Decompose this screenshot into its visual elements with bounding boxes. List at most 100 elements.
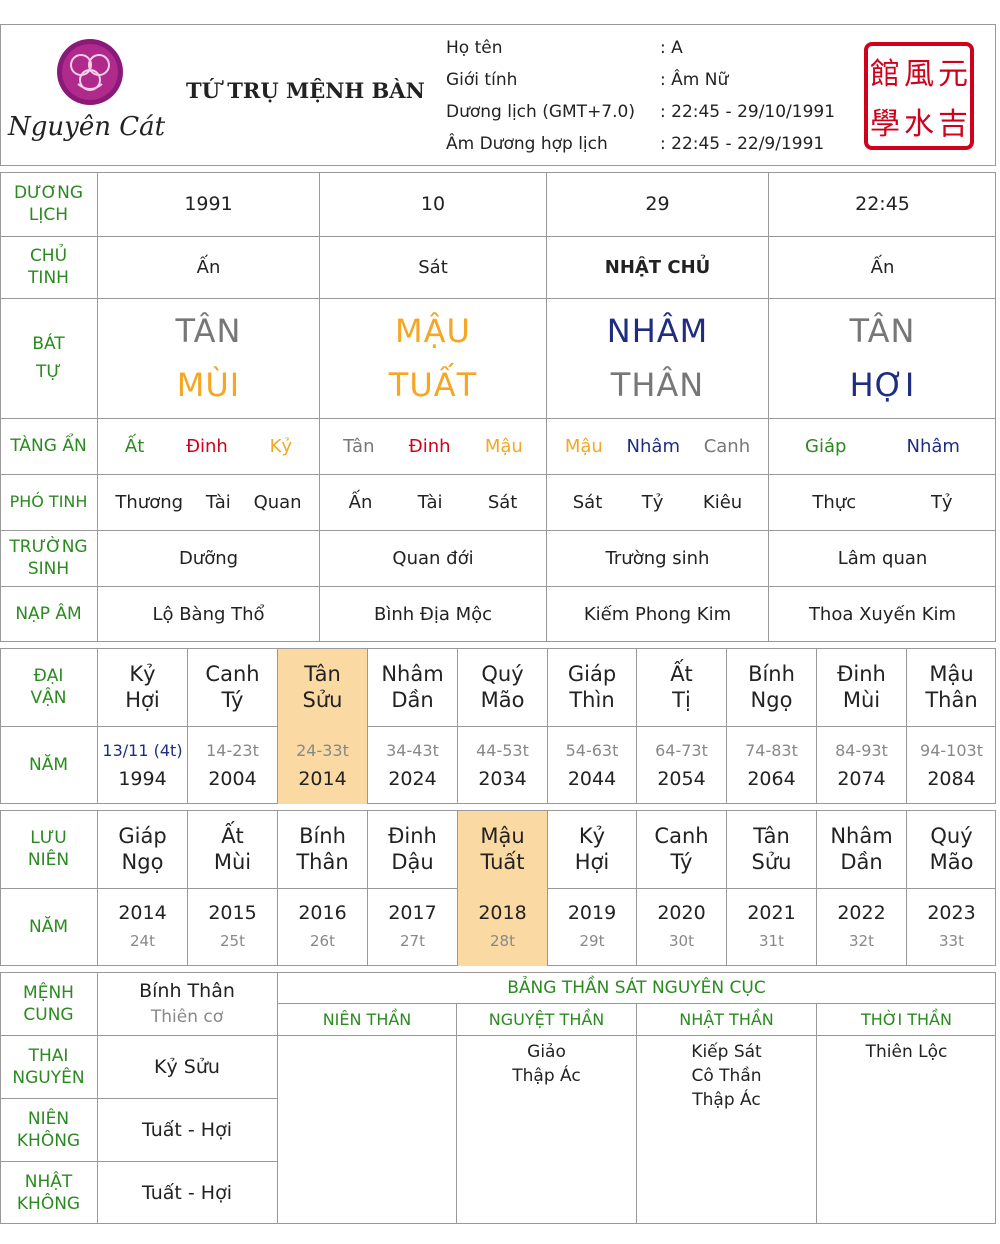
year-age: 94-103t 2084 (907, 726, 996, 804)
chi: Hợi (125, 688, 160, 712)
age-range: 74-83t (745, 741, 798, 760)
can: Quý (481, 662, 524, 686)
year: 2015 (208, 902, 257, 924)
tang-an-item: Nhâm (626, 435, 680, 457)
year: 2021 (747, 902, 796, 924)
info-block: Họ tên : A Giới tính : Âm Nữ Dương lịch … (446, 38, 866, 166)
age: 25t (220, 932, 245, 950)
age-range: 84-93t (835, 741, 888, 760)
year-age: 84-93t 2074 (817, 726, 906, 804)
menh-cung-value: Bính Thân Thiên cơ (139, 979, 235, 1027)
age-range: 13/11 (4t) (102, 741, 183, 760)
chi: Sửu (751, 850, 792, 874)
seal-stamp: 館 風 元 學 水 吉 (864, 42, 974, 150)
can: Ất (221, 824, 244, 848)
can: Giáp (567, 662, 617, 686)
can-chi: Canh Tý (188, 648, 277, 726)
can-chi: Đinh Dậu (368, 810, 457, 888)
than-sat-item: Kiếp Sát (691, 1042, 762, 1062)
can: Kỷ (578, 824, 606, 848)
can-chi: Đinh Mùi (817, 648, 906, 726)
start-year: 2074 (837, 768, 886, 790)
year-age: 2022 32t (817, 888, 906, 966)
thai-nguyen-value: Kỷ Sửu (154, 1055, 220, 1078)
tang-an-item: Nhâm (906, 435, 960, 457)
age: 30t (669, 932, 694, 950)
start-year: 2024 (388, 768, 437, 790)
nap-am-value: Bình Địa Mộc (373, 603, 493, 625)
year-age: 64-73t 2054 (637, 726, 726, 804)
year-age: 2014 24t (98, 888, 187, 966)
year-age: 54-63t 2044 (548, 726, 636, 804)
truong-sinh-value: Dưỡng (178, 547, 239, 569)
chi: Dần (391, 688, 434, 712)
year-age: 2018 28t (458, 888, 547, 966)
year-age: 2020 30t (637, 888, 726, 966)
than-sat-list: Kiếp Sát Cô Thần Thập Ác (637, 1040, 816, 1112)
nhat-khong-value: Tuất - Hợi (142, 1181, 232, 1204)
label-menh-cung: MỆNH CUNG (23, 982, 74, 1025)
chi: Tý (221, 688, 244, 712)
seal-char: 水 (904, 107, 934, 142)
than-sat-item: Thiên Lộc (865, 1042, 948, 1062)
duong-lich-value: 29 (645, 193, 670, 215)
year-age: 2019 29t (548, 888, 636, 966)
age: 26t (310, 932, 335, 950)
can-chi: Ất Tị (637, 648, 726, 726)
pho-tinh-items: Thương Tài Quan (98, 474, 319, 530)
start-year: 2044 (567, 768, 617, 790)
thien-can: NHÂM (606, 312, 709, 350)
nap-am-value: Thoa Xuyến Kim (808, 603, 957, 625)
chi: Thìn (569, 688, 615, 712)
tang-an-item: Tân (343, 435, 375, 457)
can-chi: Quý Mão (458, 648, 547, 726)
pho-tinh-items: Thực Tỷ (769, 474, 996, 530)
age-range: 14-23t (206, 741, 259, 760)
seal-char: 館 (870, 57, 900, 92)
can-chi: Ất Mùi (188, 810, 277, 888)
chi: Hợi (574, 850, 610, 874)
nap-am-value: Kiếm Phong Kim (583, 603, 732, 625)
chi: Tý (670, 850, 693, 874)
tang-an-item: Kỷ (269, 435, 293, 457)
truong-sinh-value: Trường sinh (605, 547, 710, 569)
pho-tinh-item: Thương (115, 491, 184, 513)
than-sat-header: THỜI THẦN (861, 1009, 952, 1029)
can-chi: Kỷ Hợi (548, 810, 636, 888)
thien-can: TÂN (175, 312, 242, 350)
tang-an-item: Mậu (484, 435, 523, 457)
can-chi: Mậu Tuất (458, 810, 547, 888)
duong-lich-value: 10 (420, 193, 446, 215)
year: 2020 (657, 902, 706, 924)
info-row: Dương lịch (GMT+7.0) : 22:45 - 29/10/199… (446, 102, 836, 122)
label-chu-tinh: CHỦ TINH (28, 246, 69, 288)
can-chi: Bính Thân (278, 810, 367, 888)
year-age: 2015 25t (188, 888, 277, 966)
can: Canh (654, 824, 709, 848)
label-truong-sinh: TRƯỜNG SINH (9, 537, 88, 579)
can: Giáp (118, 824, 167, 848)
can-chi: Tân Sửu (278, 648, 367, 726)
tang-an-item: Ất (124, 435, 145, 457)
can: Bính (299, 824, 346, 848)
seal-char: 學 (870, 107, 900, 142)
pho-tinh-item: Tỷ (930, 491, 953, 513)
age: 28t (490, 932, 515, 950)
truong-sinh-value: Quan đới (392, 547, 474, 569)
age: 32t (849, 932, 874, 950)
chi: Dậu (391, 850, 434, 874)
chu-tinh-value: NHẬT CHỦ (604, 256, 711, 278)
chi: Sửu (302, 688, 343, 712)
year: 2022 (837, 902, 886, 924)
label-thai-nguyen: THAI NGUYÊN (12, 1045, 85, 1088)
start-year: 2014 (298, 768, 347, 790)
dia-chi: HỢI (849, 366, 916, 404)
logo: Nguyên Cát (8, 36, 166, 154)
label-pho-tinh: PHÓ TINH (9, 492, 88, 511)
year: 2018 (478, 902, 527, 924)
can: Tân (753, 824, 790, 848)
age-range: 94-103t (920, 741, 983, 760)
nien-khong-value: Tuất - Hợi (142, 1118, 232, 1141)
brand-name: Nguyên Cát (8, 112, 166, 142)
can: Đinh (837, 662, 886, 686)
